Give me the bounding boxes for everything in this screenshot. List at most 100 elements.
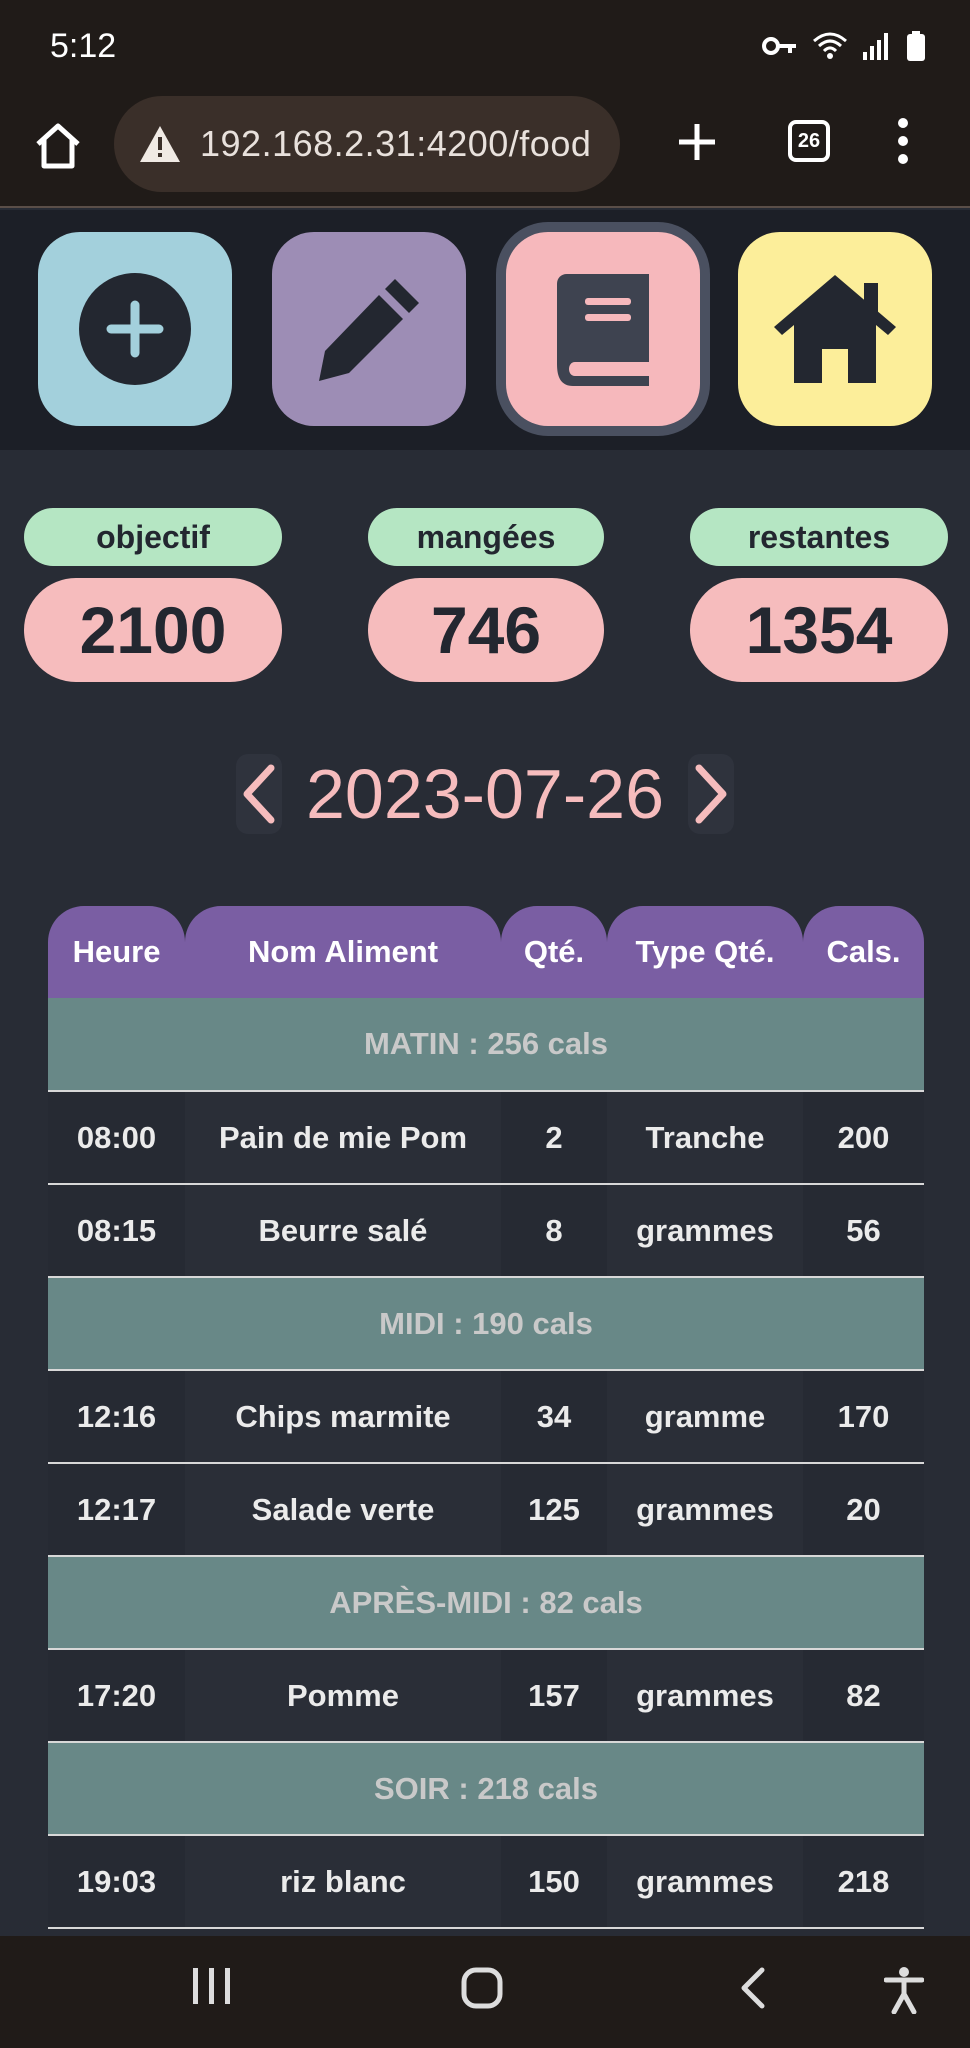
table-row[interactable]: 17:20 Pomme 157 grammes 82 bbox=[48, 1649, 924, 1743]
pencil-icon bbox=[319, 279, 419, 381]
house-icon bbox=[774, 275, 896, 383]
header-time[interactable]: Heure bbox=[48, 906, 185, 998]
meal-row-morning: MATIN : 256 cals bbox=[48, 998, 924, 1092]
cell-food-name: Chips marmite bbox=[185, 1370, 501, 1464]
cell-food-name: Pain de mie Pom bbox=[185, 1091, 501, 1185]
cell-time: 12:17 bbox=[48, 1463, 185, 1557]
cell-time: 12:16 bbox=[48, 1370, 185, 1464]
cell-quantity: 157 bbox=[501, 1649, 607, 1743]
meal-row-noon: MIDI : 190 cals bbox=[48, 1277, 924, 1371]
cell-food-name: Beurre salé bbox=[185, 1184, 501, 1278]
cell-food-name: Salade verte bbox=[185, 1463, 501, 1557]
cell-quantity-type: gramme bbox=[607, 1370, 803, 1464]
cell-calories: 200 bbox=[803, 1091, 924, 1185]
cell-time: 08:00 bbox=[48, 1091, 185, 1185]
cell-quantity: 8 bbox=[501, 1184, 607, 1278]
meal-row-afternoon: APRÈS-MIDI : 82 cals bbox=[48, 1556, 924, 1650]
cell-quantity-type: grammes bbox=[607, 1184, 803, 1278]
system-back-button[interactable] bbox=[738, 1966, 768, 2015]
header-food-name[interactable]: Nom Aliment bbox=[185, 906, 501, 998]
next-day-button[interactable] bbox=[688, 754, 735, 834]
url-text: 192.168.2.31:4200/food bbox=[200, 123, 592, 164]
cell-quantity: 125 bbox=[501, 1463, 607, 1557]
plus-circle-icon bbox=[79, 273, 191, 385]
accessibility-icon bbox=[883, 1967, 925, 2015]
eaten-label: mangées bbox=[368, 508, 604, 566]
cell-quantity-type: grammes bbox=[607, 1835, 803, 1929]
remaining-label: restantes bbox=[690, 508, 948, 566]
table-row[interactable]: 12:16 Chips marmite 34 gramme 170 bbox=[48, 1370, 924, 1464]
cell-calories: 82 bbox=[803, 1649, 924, 1743]
cell-food-name: Pomme bbox=[185, 1649, 501, 1743]
status-bar: 5:12 bbox=[0, 0, 970, 92]
browser-home-button[interactable] bbox=[30, 118, 86, 174]
plus-icon bbox=[679, 124, 715, 160]
journal-button[interactable] bbox=[506, 232, 700, 426]
vpn-key-icon bbox=[762, 37, 796, 55]
previous-day-button[interactable] bbox=[235, 754, 282, 834]
cell-calories: 170 bbox=[803, 1370, 924, 1464]
app-nav bbox=[0, 210, 970, 450]
chevron-left-icon bbox=[243, 764, 275, 824]
recent-apps-button[interactable] bbox=[190, 1966, 234, 2011]
accessibility-button[interactable] bbox=[883, 1966, 925, 2019]
recent-apps-icon bbox=[193, 1968, 230, 2004]
cell-time: 08:15 bbox=[48, 1184, 185, 1278]
menu-dot bbox=[898, 136, 908, 146]
menu-dot bbox=[898, 154, 908, 164]
edit-button[interactable] bbox=[272, 232, 466, 426]
add-food-button[interactable] bbox=[38, 232, 232, 426]
goal-value: 2100 bbox=[24, 578, 282, 682]
header-quantity-type[interactable]: Type Qté. bbox=[607, 906, 803, 998]
remaining-value: 1354 bbox=[690, 578, 948, 682]
meal-label: SOIR : 218 cals bbox=[48, 1742, 924, 1836]
cell-food-name: riz blanc bbox=[185, 1835, 501, 1929]
cell-calories: 56 bbox=[803, 1184, 924, 1278]
table-row[interactable]: 19:03 riz blanc 150 grammes 218 bbox=[48, 1835, 924, 1929]
cell-calories: 20 bbox=[803, 1463, 924, 1557]
home-outline-icon bbox=[36, 123, 80, 169]
meal-label: MIDI : 190 cals bbox=[48, 1277, 924, 1371]
table-row[interactable]: 08:00 Pain de mie Pom 2 Tranche 200 bbox=[48, 1091, 924, 1185]
system-home-button[interactable] bbox=[460, 1966, 504, 2015]
date-navigator: 2023-07-26 bbox=[0, 752, 970, 836]
header-quantity[interactable]: Qté. bbox=[501, 906, 607, 998]
browser-menu-button[interactable] bbox=[893, 118, 913, 168]
cell-quantity: 34 bbox=[501, 1370, 607, 1464]
back-chevron-icon bbox=[741, 1967, 765, 2009]
meal-label: MATIN : 256 cals bbox=[48, 998, 924, 1092]
battery-icon bbox=[907, 31, 925, 61]
system-nav-bar bbox=[0, 1936, 970, 2048]
warning-icon bbox=[140, 126, 180, 162]
home-button[interactable] bbox=[738, 232, 932, 426]
cell-quantity: 150 bbox=[501, 1835, 607, 1929]
menu-dot bbox=[898, 118, 908, 128]
cell-time: 17:20 bbox=[48, 1649, 185, 1743]
eaten-value: 746 bbox=[368, 578, 604, 682]
new-tab-button[interactable] bbox=[672, 112, 722, 172]
table-row[interactable]: 08:15 Beurre salé 8 grammes 56 bbox=[48, 1184, 924, 1278]
chevron-right-icon bbox=[695, 764, 727, 824]
address-bar[interactable]: 192.168.2.31:4200/food bbox=[114, 96, 620, 192]
book-icon bbox=[557, 274, 649, 386]
meal-label: APRÈS-MIDI : 82 cals bbox=[48, 1556, 924, 1650]
home-square-icon bbox=[461, 1967, 503, 2009]
cell-quantity-type: grammes bbox=[607, 1649, 803, 1743]
status-time: 5:12 bbox=[50, 26, 117, 65]
table-row[interactable]: 12:17 Salade verte 125 grammes 20 bbox=[48, 1463, 924, 1557]
cell-quantity: 2 bbox=[501, 1091, 607, 1185]
status-icons bbox=[762, 31, 926, 61]
header-calories[interactable]: Cals. bbox=[803, 906, 924, 998]
meal-row-evening: SOIR : 218 cals bbox=[48, 1742, 924, 1836]
cell-quantity-type: Tranche bbox=[607, 1091, 803, 1185]
current-date[interactable]: 2023-07-26 bbox=[306, 754, 664, 834]
tab-switcher-button[interactable]: 26 bbox=[788, 120, 830, 162]
table-header-row: Heure Nom Aliment Qté. Type Qté. Cals. bbox=[48, 906, 924, 998]
cell-quantity-type: grammes bbox=[607, 1463, 803, 1557]
signal-icon bbox=[863, 33, 888, 60]
cell-calories: 218 bbox=[803, 1835, 924, 1929]
wifi-icon bbox=[813, 32, 847, 59]
food-log-table: Heure Nom Aliment Qté. Type Qté. Cals. M… bbox=[48, 906, 924, 1929]
browser-toolbar: 192.168.2.31:4200/food 26 bbox=[0, 92, 970, 208]
cell-time: 19:03 bbox=[48, 1835, 185, 1929]
